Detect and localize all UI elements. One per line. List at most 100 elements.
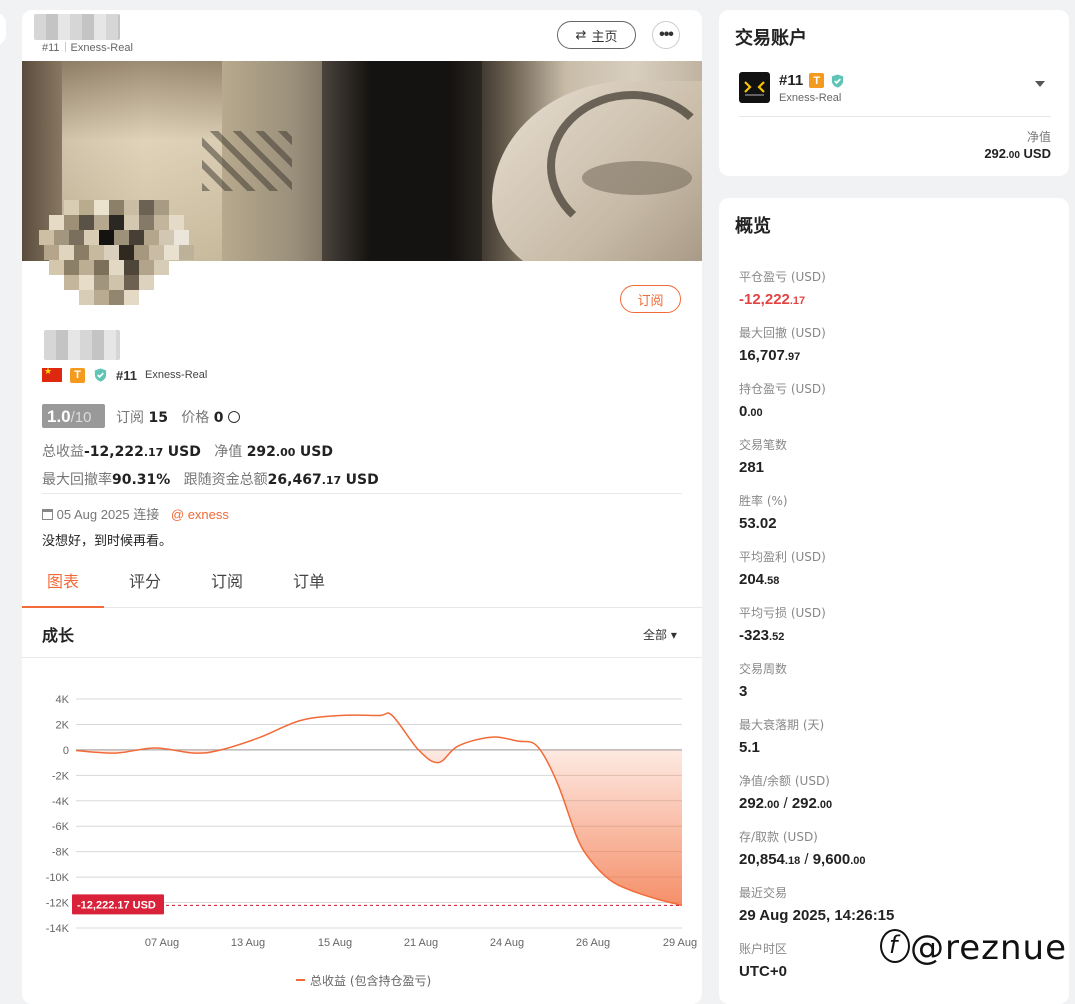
chart-legend: 总收益 (包含持仓盈亏)	[296, 973, 431, 988]
overview-item: 最大回撤 (USD) 16,707.97	[739, 324, 826, 364]
china-flag-icon	[42, 366, 62, 382]
exness-logo-icon	[739, 72, 770, 103]
home-button[interactable]: ⇄ 主页	[557, 21, 636, 49]
coin-icon	[227, 411, 240, 423]
y-tick-label: -14K	[46, 923, 70, 935]
overview-item-label: 最大衰落期 (天)	[739, 718, 825, 732]
subscribe-button[interactable]: 订阅	[620, 285, 681, 313]
side-nav-stub[interactable]	[0, 12, 6, 46]
more-button[interactable]: •••	[652, 21, 680, 49]
overview-item: 交易周数 3	[739, 660, 787, 700]
overview-item-label: 最近交易	[739, 886, 788, 900]
chart-header: 成长 全部 ▾	[22, 608, 702, 658]
tab-subscriptions[interactable]: 订阅	[186, 568, 268, 608]
dropdown-caret-icon: ▾	[670, 628, 677, 642]
y-tick-label: -12K	[46, 898, 70, 910]
calendar-icon	[42, 509, 53, 520]
y-tick-label: 4K	[56, 694, 70, 706]
blurred-username	[44, 330, 120, 360]
overview-item-label: 平均盈利 (USD)	[739, 550, 826, 564]
overview-item-label: 存/取款 (USD)	[739, 830, 818, 844]
overview-item-label: 交易周数	[739, 662, 788, 676]
equity-value: 292.00 USD	[984, 146, 1051, 161]
account-type: Exness-Real	[779, 92, 842, 104]
y-tick-label: -6K	[52, 821, 70, 833]
x-tick-label: 15 Aug	[318, 937, 352, 949]
blurred-username-top	[34, 14, 120, 40]
overview-item: 最大衰落期 (天) 5.1	[739, 716, 824, 756]
badge-row: T #11 Exness-Real	[42, 366, 208, 383]
subs-price-line: 订阅 15 价格 0	[116, 407, 240, 427]
growth-chart: 4K 2K 0 -2K -4K -6K -8K -10K -12K -14K 07 Aug 13 A…	[46, 694, 697, 988]
last-value-tag: -12,222.17 USD	[72, 894, 164, 915]
overview-item-value: 20,854.18 / 9,600.00	[739, 851, 866, 868]
overview-item-label: 账户时区	[739, 942, 788, 956]
overview-item-value: 292.00 / 292.00	[739, 795, 833, 812]
overview-item-label: 净值/余额 (USD)	[739, 774, 830, 788]
verified-shield-icon	[832, 73, 844, 88]
x-tick-label: 07 Aug	[145, 937, 179, 949]
overview-item-label: 胜率 (%)	[739, 494, 788, 508]
account-number: #11	[116, 367, 137, 383]
range-select[interactable]: 全部 ▾	[643, 626, 677, 643]
svg-text:-12,222.17 USD: -12,222.17 USD	[77, 899, 156, 911]
tab-rating[interactable]: 评分	[104, 568, 186, 608]
drawdown-follow-line: 最大回撤率90.31% 跟随资金总额26,467.17 USD	[42, 472, 379, 488]
overview-item-value: 29 Aug 2025, 14:26:15	[739, 907, 895, 924]
account-number: #11 T	[779, 72, 845, 89]
broker-link[interactable]: @ exness	[171, 507, 229, 522]
tab-orders[interactable]: 订单	[268, 568, 350, 608]
overview-title: 概览	[735, 216, 771, 237]
overview-item: 持仓盈亏 (USD) 0.00	[739, 380, 826, 420]
divider	[739, 116, 1051, 117]
overview-item-label: 交易笔数	[739, 438, 788, 452]
y-tick-label: -8K	[52, 847, 70, 859]
overview-item: 交易笔数 281	[739, 436, 787, 476]
overview-item-value: 53.02	[739, 515, 777, 532]
brand-logo-icon: f	[880, 929, 910, 963]
overview-item: 净值/余额 (USD) 292.00 / 292.00	[739, 772, 832, 812]
overview-item: 平仓盈亏 (USD) -12,222.17	[739, 268, 826, 308]
account-selector[interactable]: #11 T Exness-Real	[739, 72, 1049, 106]
y-tick-label: 0	[63, 745, 69, 757]
overview-item-label: 持仓盈亏 (USD)	[739, 382, 826, 396]
overview-item-value: UTC+0	[739, 963, 787, 980]
x-axis: 07 Aug 13 Aug 15 Aug 21 Aug 24 Aug 26 Aug 29 A…	[145, 937, 697, 949]
dropdown-caret-icon[interactable]	[1035, 81, 1045, 87]
overview-item-value: -323.52	[739, 627, 785, 644]
x-tick-label: 24 Aug	[490, 937, 524, 949]
y-tick-label: -2K	[52, 770, 70, 782]
account-line-top: #11 Exness-Real	[42, 42, 133, 54]
watermark: f @reznue	[880, 928, 1067, 968]
profile-card: #11Exness-Real ⇄主页 ••• 订阅 T #	[22, 10, 702, 1004]
overview-item-value: 16,707.97	[739, 347, 801, 364]
overview-item-value: -12,222.17	[739, 291, 806, 308]
negative-area	[76, 749, 682, 906]
connection-line: 05 Aug 2025 连接 @ exness	[42, 504, 229, 523]
swap-icon: ⇄	[575, 27, 587, 43]
overview-item: 胜率 (%) 53.02	[739, 492, 788, 532]
overview-item: 最近交易 29 Aug 2025, 14:26:15	[739, 884, 894, 924]
overview-item-label: 平仓盈亏 (USD)	[739, 270, 826, 284]
overview-card: 概览 平仓盈亏 (USD) -12,222.17 最大回撤 (USD) 16,707.…	[719, 198, 1069, 1004]
overview-item-label: 平均亏损 (USD)	[739, 606, 826, 620]
account-type: Exness-Real	[144, 369, 208, 381]
equity-label: 净值	[1026, 130, 1051, 144]
overview-item-value: 0.00	[739, 403, 763, 420]
overview-item-value: 3	[739, 683, 748, 700]
overview-item: 存/取款 (USD) 20,854.18 / 9,600.00	[739, 828, 866, 868]
trader-badge-icon: T	[70, 367, 85, 383]
legend-label: 总收益 (包含持仓盈亏)	[310, 973, 431, 988]
tab-bar: 图表 评分 订阅 订单	[22, 568, 702, 608]
y-tick-label: 2K	[56, 719, 70, 731]
x-tick-label: 13 Aug	[231, 937, 265, 949]
tab-chart[interactable]: 图表	[22, 568, 104, 608]
overview-item: 平均亏损 (USD) -323.52	[739, 604, 826, 644]
overview-item: 账户时区 UTC+0	[739, 940, 787, 980]
account-card-title: 交易账户	[735, 28, 807, 49]
x-tick-label: 21 Aug	[404, 937, 438, 949]
profile-description: 没想好，到时候再看。	[42, 534, 173, 549]
avatar	[39, 200, 194, 305]
score-badge: 1.0/10	[42, 404, 105, 428]
overview-item-label: 最大回撤 (USD)	[739, 326, 826, 340]
